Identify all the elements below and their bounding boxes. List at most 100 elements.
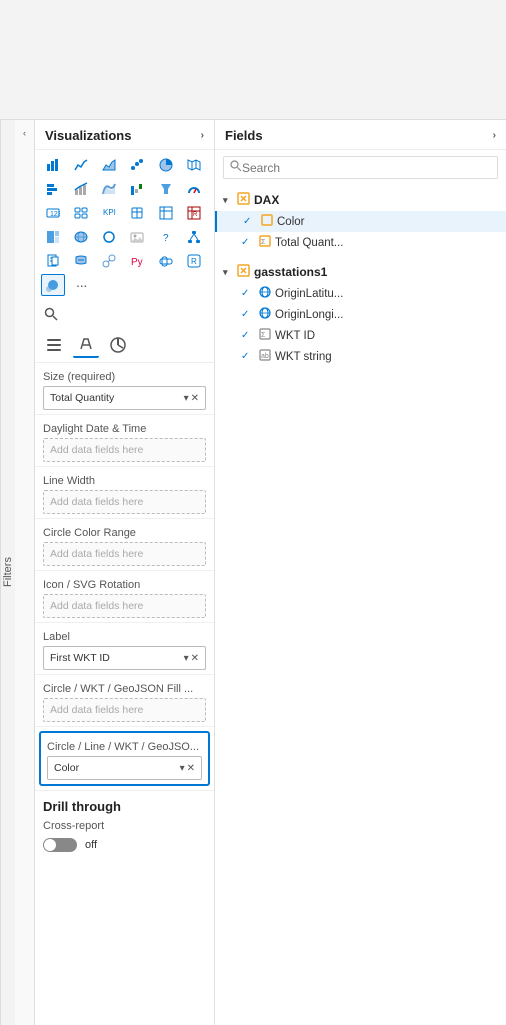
arrow-panel: ‹ xyxy=(15,120,35,1025)
dax-totalquant-check: ✓ xyxy=(241,237,255,248)
tab-format[interactable] xyxy=(73,332,99,358)
highlighted-remove[interactable]: ✕ xyxy=(187,763,195,774)
viz-icon-treemap[interactable] xyxy=(41,226,65,248)
viz-icon-scatter[interactable] xyxy=(125,154,149,176)
viz-icon-more[interactable]: ··· xyxy=(69,274,93,296)
wktid-name: WKT ID xyxy=(275,330,315,342)
wktstring-name: WKT string xyxy=(275,351,332,363)
fields-expand-arrow[interactable]: › xyxy=(493,130,496,141)
viz-icon-smartnarr[interactable] xyxy=(69,250,93,272)
wktid-icon: Σ xyxy=(259,328,271,343)
viz-icon-paginated[interactable] xyxy=(41,250,65,272)
toggle-row: off xyxy=(43,836,206,854)
circlewkt-section: Circle / WKT / GeoJSON Fill ... Add data… xyxy=(35,675,214,727)
gasstations-group-name: gasstations1 xyxy=(254,265,327,279)
top-bar xyxy=(0,0,506,120)
viz-icon-funnel[interactable] xyxy=(154,178,178,200)
circlewkt-placeholder: Add data fields here xyxy=(50,704,143,716)
label-remove[interactable]: ✕ xyxy=(191,653,199,664)
viz-icon-custom3[interactable] xyxy=(154,250,178,272)
filters-panel[interactable]: Filters xyxy=(0,120,15,1025)
svg-text:Py: Py xyxy=(131,257,143,268)
viz-icon-area[interactable] xyxy=(97,154,121,176)
search-input[interactable] xyxy=(242,161,491,175)
viz-icon-matrix[interactable]: R xyxy=(182,202,206,224)
dax-group-icon xyxy=(237,192,250,208)
viz-icon-combo[interactable] xyxy=(69,178,93,200)
viz-icon-hbar[interactable] xyxy=(41,178,65,200)
iconsvg-field-box[interactable]: Add data fields here xyxy=(43,594,206,618)
viz-icon-map[interactable] xyxy=(182,154,206,176)
dax-collapse-arrow: ▾ xyxy=(223,195,233,206)
dax-item-color[interactable]: ✓ Color xyxy=(215,211,506,232)
toggle-thumb xyxy=(44,839,56,851)
gasstations-group-header[interactable]: ▾ gasstations1 xyxy=(215,261,506,283)
gasstations-item-originlon[interactable]: ✓ OriginLongi... xyxy=(215,304,506,325)
viz-icon-ribbon[interactable] xyxy=(97,178,121,200)
size-remove[interactable]: ✕ xyxy=(191,393,199,404)
viz-icon-image[interactable] xyxy=(125,226,149,248)
search-box[interactable] xyxy=(223,156,498,179)
tab-fields[interactable] xyxy=(41,332,67,358)
main-area: Filters ‹ Visualizations › 123 xyxy=(0,120,506,1025)
search-icon-row xyxy=(35,300,214,328)
viz-icon-custom1[interactable] xyxy=(97,250,121,272)
gasstations-item-wktstring[interactable]: ✓ ab WKT string xyxy=(215,346,506,367)
linewidth-section: Line Width Add data fields here xyxy=(35,467,214,519)
originlon-name: OriginLongi... xyxy=(275,309,343,321)
gasstations-item-wktid[interactable]: ✓ Σ WKT ID xyxy=(215,325,506,346)
viz-icon-slicer[interactable] xyxy=(125,202,149,224)
circlecolor-field-box[interactable]: Add data fields here xyxy=(43,542,206,566)
originlon-icon xyxy=(259,307,271,322)
viz-icon-gauge[interactable] xyxy=(182,178,206,200)
viz-icon-map2[interactable] xyxy=(69,226,93,248)
viz-header: Visualizations › xyxy=(35,120,214,150)
circlecolor-label: Circle Color Range xyxy=(43,527,206,539)
viz-icon-custom4[interactable]: R xyxy=(182,250,206,272)
wktid-check: ✓ xyxy=(241,330,255,341)
drill-section: Drill through Cross-report off xyxy=(35,790,214,858)
size-field-box[interactable]: Total Quantity ▾ ✕ xyxy=(43,386,206,410)
viz-icon-custom2[interactable]: Py xyxy=(125,250,149,272)
gasstations-group-icon xyxy=(237,264,250,280)
size-dropdown[interactable]: ▾ xyxy=(184,393,189,404)
tab-analytics[interactable] xyxy=(105,332,131,358)
dax-totalquant-name: Total Quant... xyxy=(275,237,343,249)
highlighted-dropdown[interactable]: ▾ xyxy=(180,763,185,774)
originlat-name: OriginLatitu... xyxy=(275,288,343,300)
circlewkt-label: Circle / WKT / GeoJSON Fill ... xyxy=(43,683,206,695)
viz-icon-line[interactable] xyxy=(69,154,93,176)
viz-icon-qna[interactable]: ? xyxy=(154,226,178,248)
label-dropdown[interactable]: ▾ xyxy=(184,653,189,664)
highlighted-field-box[interactable]: Color ▾ ✕ xyxy=(47,756,202,780)
circlewkt-field-box[interactable]: Add data fields here xyxy=(43,698,206,722)
viz-icon-multicard[interactable] xyxy=(69,202,93,224)
viz-icon-kpi[interactable]: KPI xyxy=(97,202,121,224)
wktstring-check: ✓ xyxy=(241,351,255,362)
highlighted-value: Color xyxy=(54,762,79,774)
svg-text:R: R xyxy=(193,212,198,218)
search-icon-btn[interactable] xyxy=(41,304,61,324)
circlecolor-placeholder: Add data fields here xyxy=(50,548,143,560)
daylight-field-box[interactable]: Add data fields here xyxy=(43,438,206,462)
viz-icon-pie[interactable] xyxy=(154,154,178,176)
gasstations-item-originlat[interactable]: ✓ OriginLatitu... xyxy=(215,283,506,304)
viz-icon-decomp[interactable] xyxy=(182,226,206,248)
viz-icon-shape[interactable] xyxy=(97,226,121,248)
viz-expand-arrow[interactable]: › xyxy=(201,130,204,141)
viz-icon-card[interactable]: 123 xyxy=(41,202,65,224)
label-section: Label First WKT ID ▾ ✕ xyxy=(35,623,214,675)
dax-group-header[interactable]: ▾ DAX xyxy=(215,189,506,211)
linewidth-field-box[interactable]: Add data fields here xyxy=(43,490,206,514)
svg-text:123: 123 xyxy=(50,211,60,218)
collapse-arrow[interactable]: ‹ xyxy=(18,126,32,140)
viz-icon-bar[interactable] xyxy=(41,154,65,176)
fields-panel: Fields › ▾ DAX ✓ xyxy=(215,120,506,1025)
cross-report-label: Cross-report xyxy=(43,820,206,832)
viz-icon-selected-custom[interactable] xyxy=(41,274,65,296)
label-field-box[interactable]: First WKT ID ▾ ✕ xyxy=(43,646,206,670)
viz-icon-table[interactable] xyxy=(154,202,178,224)
viz-icon-waterfall[interactable] xyxy=(125,178,149,200)
toggle-switch[interactable] xyxy=(43,838,77,852)
dax-item-totalquant[interactable]: ✓ Σ Total Quant... xyxy=(215,232,506,253)
